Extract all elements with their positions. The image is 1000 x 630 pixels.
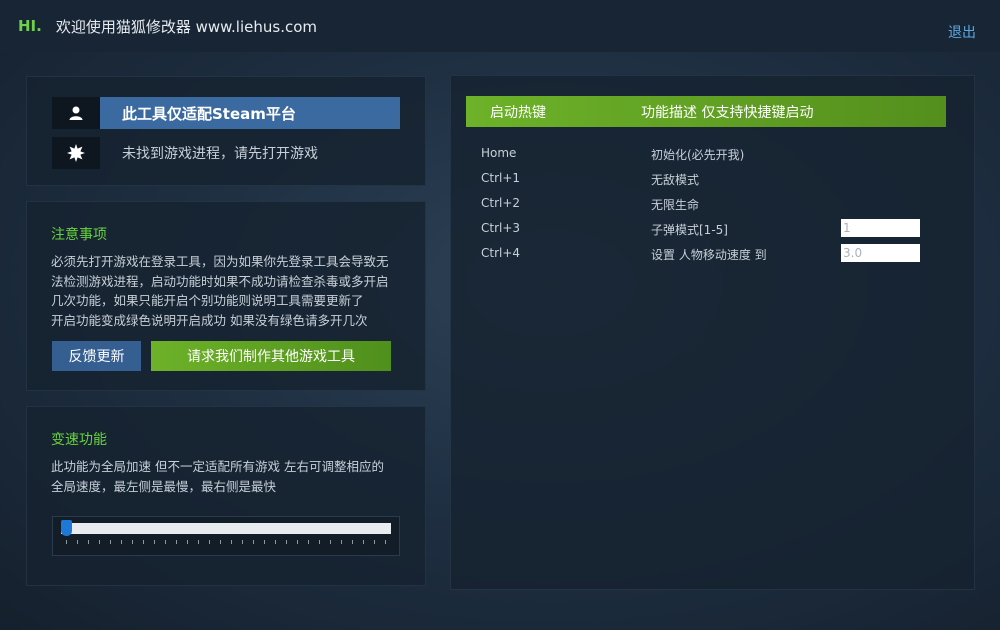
status-panel: 此工具仅适配Steam平台 未找到游戏进程，请先打开游戏 xyxy=(26,76,426,186)
notice-title: 注意事项 xyxy=(51,227,107,243)
slider-tick xyxy=(341,540,342,544)
slider-tick xyxy=(154,540,155,544)
slider-track[interactable] xyxy=(61,523,391,534)
slider-tick xyxy=(275,540,276,544)
slider-tick xyxy=(187,540,188,544)
hotkey-row: Ctrl+4 设置 人物移动速度 到 xyxy=(451,244,976,264)
user-icon xyxy=(52,97,100,129)
hotkey-key: Home xyxy=(481,146,517,160)
hotkeys-header: 启动热键 功能描述 仅支持快捷键启动 xyxy=(466,96,946,127)
slider-tick xyxy=(231,540,232,544)
hotkey-key: Ctrl+2 xyxy=(481,196,521,210)
slider-tick xyxy=(319,540,320,544)
hotkey-row: Ctrl+3 子弹模式[1-5] xyxy=(451,219,976,239)
slider-tick xyxy=(176,540,177,544)
hotkey-key: Ctrl+4 xyxy=(481,246,521,260)
slider-tick xyxy=(77,540,78,544)
move-speed-input[interactable] xyxy=(841,244,920,262)
hi-label: HI. xyxy=(18,17,42,35)
hotkey-row: Ctrl+2 无限生命 xyxy=(451,194,976,214)
feedback-button[interactable]: 反馈更新 xyxy=(52,341,141,371)
hotkey-desc: 初始化(必先开我) xyxy=(651,148,745,162)
hotkey-key: Ctrl+1 xyxy=(481,171,521,185)
slider-tick xyxy=(143,540,144,544)
slider-tick xyxy=(242,540,243,544)
logout-link[interactable]: 退出 xyxy=(948,22,976,42)
speed-text: 此功能为全局加速 但不一定适配所有游戏 左右可调整相应的 全局速度，最左侧是最慢… xyxy=(51,457,407,496)
notice-line: 法检测游戏进程，启动功能时如果不成功请检查杀毒或多开启 xyxy=(51,273,389,289)
speed-line: 此功能为全局加速 但不一定适配所有游戏 左右可调整相应的 xyxy=(51,459,384,474)
platform-label: 此工具仅适配Steam平台 xyxy=(100,97,400,129)
slider-tick xyxy=(209,540,210,544)
title-bar: HI. 欢迎使用猫狐修改器 www.liehus.com 退出 xyxy=(0,0,1000,52)
hotkey-row: Home 初始化(必先开我) xyxy=(451,144,976,164)
slider-tick xyxy=(121,540,122,544)
slider-tick xyxy=(286,540,287,544)
header-hotkey-label: 启动热键 xyxy=(490,105,546,121)
slider-tick xyxy=(110,540,111,544)
hotkey-key: Ctrl+3 xyxy=(481,221,521,235)
notice-line: 几次功能，如果只能开启个别功能则说明工具需要更新了 xyxy=(51,293,364,308)
bullet-mode-input[interactable] xyxy=(841,219,920,237)
hotkey-desc: 设置 人物移动速度 到 xyxy=(651,248,767,262)
notice-line: 开启功能变成绿色说明开启成功 如果没有绿色请多开几次 xyxy=(51,312,368,328)
notice-line: 必须先打开游戏在登录工具，因为如果你先登录工具会导致无 xyxy=(51,254,389,269)
slider-tick xyxy=(264,540,265,544)
slider-tick xyxy=(66,540,67,544)
slider-tick xyxy=(165,540,166,544)
slider-tick xyxy=(132,540,133,544)
notice-text: 必须先打开游戏在登录工具，因为如果你先登录工具会导致无 法检测游戏进程，启动功能… xyxy=(51,252,407,330)
speed-slider[interactable] xyxy=(52,516,400,556)
hotkey-desc: 无限生命 xyxy=(651,198,700,212)
hotkey-row: Ctrl+1 无敌模式 xyxy=(451,169,976,189)
slider-tick xyxy=(308,540,309,544)
header-description-label: 功能描述 仅支持快捷键启动 xyxy=(641,105,814,121)
hotkey-desc: 子弹模式[1-5] xyxy=(651,223,728,237)
slider-thumb[interactable] xyxy=(61,520,72,536)
slider-tick xyxy=(385,540,386,544)
speed-title: 变速功能 xyxy=(51,432,107,448)
platform-row: 此工具仅适配Steam平台 xyxy=(52,97,400,129)
speed-line: 全局速度，最左侧是最慢，最右侧是最快 xyxy=(51,478,277,494)
notice-panel: 注意事项 必须先打开游戏在登录工具，因为如果你先登录工具会导致无 法检测游戏进程… xyxy=(26,201,426,391)
slider-tick xyxy=(198,540,199,544)
app-title: 欢迎使用猫狐修改器 www.liehus.com xyxy=(55,17,318,36)
slider-tick xyxy=(374,540,375,544)
slider-tick xyxy=(363,540,364,544)
hotkey-desc: 无敌模式 xyxy=(651,173,700,187)
process-row: 未找到游戏进程，请先打开游戏 xyxy=(52,137,318,169)
gear-icon xyxy=(52,137,100,169)
slider-tick xyxy=(220,540,221,544)
slider-ticks xyxy=(66,540,386,546)
request-tool-button[interactable]: 请求我们制作其他游戏工具 xyxy=(151,341,391,371)
slider-tick xyxy=(253,540,254,544)
slider-tick xyxy=(297,540,298,544)
hotkeys-panel: 启动热键 功能描述 仅支持快捷键启动 Home 初始化(必先开我) Ctrl+1… xyxy=(450,75,975,590)
slider-tick xyxy=(99,540,100,544)
slider-tick xyxy=(352,540,353,544)
slider-tick xyxy=(330,540,331,544)
process-status-text: 未找到游戏进程，请先打开游戏 xyxy=(122,146,318,162)
speed-panel: 变速功能 此功能为全局加速 但不一定适配所有游戏 左右可调整相应的 全局速度，最… xyxy=(26,406,426,586)
slider-tick xyxy=(88,540,89,544)
